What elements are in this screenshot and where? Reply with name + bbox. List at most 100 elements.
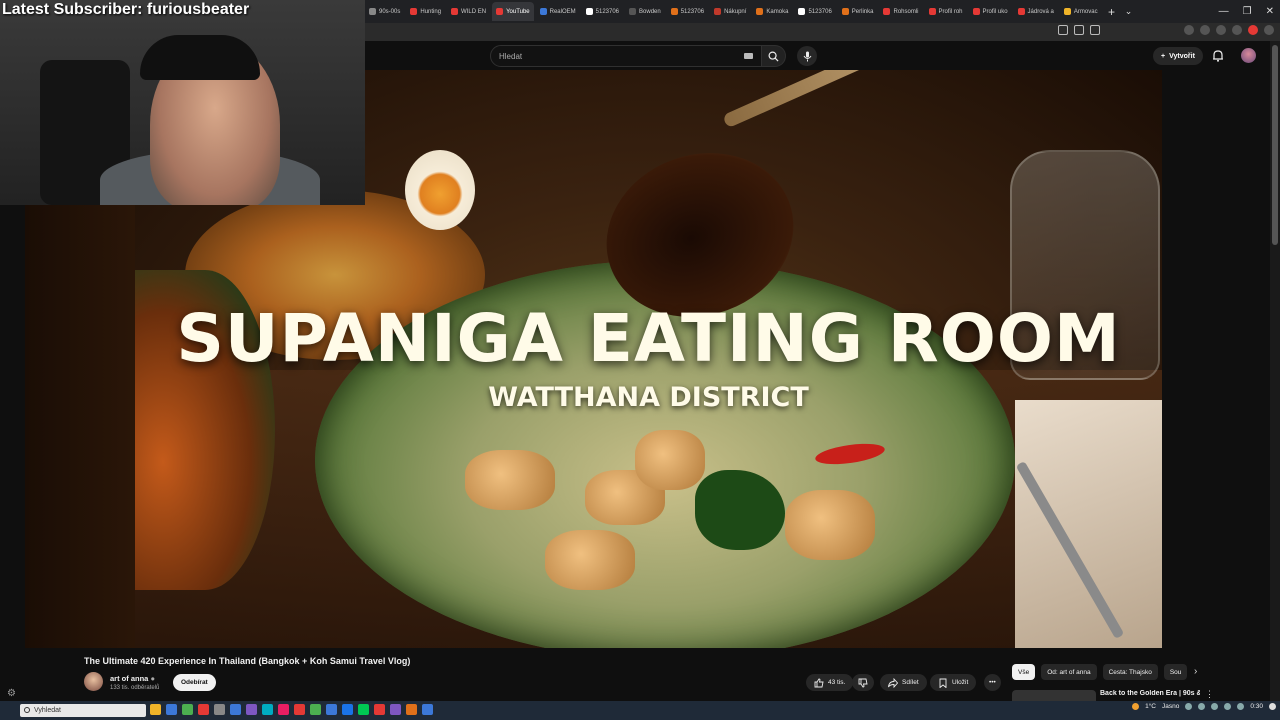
channel-name-text: art of anna <box>110 674 149 683</box>
search-placeholder: Hledat <box>499 51 523 61</box>
maximize-button[interactable]: ❐ <box>1243 6 1252 17</box>
extension-icon[interactable] <box>1216 25 1226 35</box>
browser-tab[interactable]: Armovac <box>1060 2 1102 21</box>
minimize-button[interactable]: — <box>1219 6 1229 17</box>
thumbs-up-icon <box>814 678 824 687</box>
keyboard-icon[interactable] <box>744 53 753 59</box>
create-button[interactable]: + Vytvořit <box>1153 47 1203 65</box>
taskbar-search[interactable]: Vyhledat <box>20 704 146 717</box>
taskbar-app-icon[interactable] <box>326 704 337 715</box>
taskbar-app-icon[interactable] <box>342 704 353 715</box>
tray-icon[interactable] <box>1185 703 1193 710</box>
reader-icon[interactable] <box>1074 25 1084 35</box>
related-video-title[interactable]: Back to the Golden Era | 90s & 2000s Dan… <box>1100 690 1200 697</box>
gear-icon[interactable]: ⚙ <box>7 688 16 699</box>
dislike-button[interactable] <box>852 674 874 691</box>
save-button[interactable]: Uložit <box>930 674 977 691</box>
voice-search-button[interactable] <box>797 46 817 66</box>
window-controls: — ❐ ✕ <box>1219 0 1274 23</box>
taskbar-app-icon[interactable] <box>198 704 209 715</box>
new-tab-button[interactable]: + <box>1104 5 1120 19</box>
browser-tab[interactable]: 90s-00s <box>365 2 404 21</box>
weather-temp: 1°C <box>1145 703 1156 710</box>
tab-label: YouTube <box>506 8 530 15</box>
volume-icon[interactable] <box>1237 703 1245 710</box>
taskbar-app-icon[interactable] <box>278 704 289 715</box>
browser-tab[interactable]: Kamoka <box>752 2 792 21</box>
taskbar-app-icon[interactable] <box>150 704 161 715</box>
taskbar-app-icon[interactable] <box>246 704 257 715</box>
tab-favicon-icon <box>585 8 593 15</box>
browser-tab[interactable]: WILD EN <box>447 2 490 21</box>
scrollbar-thumb[interactable] <box>1272 45 1278 245</box>
taskbar-app-icon[interactable] <box>230 704 241 715</box>
browser-tab[interactable]: Jádrová a <box>1014 2 1058 21</box>
browser-tab[interactable]: Rohsomli <box>879 2 922 21</box>
bookmark-star-icon[interactable] <box>1090 25 1100 35</box>
tab-favicon-icon <box>714 8 722 15</box>
chevron-right-icon[interactable]: › <box>1194 666 1197 677</box>
taskbar-app-icon[interactable] <box>390 704 401 715</box>
related-video-thumbnail[interactable] <box>1012 690 1096 701</box>
browser-tab[interactable]: Perlinka <box>838 2 878 21</box>
tray-icon[interactable] <box>1198 703 1206 710</box>
page-scrollbar[interactable] <box>1270 41 1280 701</box>
search-input[interactable]: Hledat <box>490 45 762 67</box>
tab-label: Hunting <box>420 8 442 15</box>
taskbar-app-icon[interactable] <box>294 704 305 715</box>
like-button[interactable]: 43 tis. <box>806 674 854 691</box>
browser-tab[interactable]: RealOEM <box>536 2 580 21</box>
taskbar-app-icon[interactable] <box>310 704 321 715</box>
filter-chip[interactable]: Sou <box>1163 664 1188 680</box>
screenshot-icon[interactable] <box>1058 25 1068 35</box>
share-button[interactable]: Sdílet <box>880 674 927 691</box>
notifications-button[interactable] <box>1212 49 1224 67</box>
youtube-extension-icon[interactable] <box>1248 25 1258 35</box>
account-avatar[interactable] <box>1241 48 1256 63</box>
taskbar-app-icon[interactable] <box>214 704 225 715</box>
filter-chip[interactable]: Cesta: Thajsko <box>1102 664 1158 680</box>
taskbar-app-icon[interactable] <box>262 704 273 715</box>
taskbar-app-icon[interactable] <box>406 704 417 715</box>
taskbar-app-icon[interactable] <box>374 704 385 715</box>
extension-icon[interactable] <box>1200 25 1210 35</box>
filter-chip[interactable]: Od: art of anna <box>1041 664 1097 680</box>
tab-favicon-icon <box>539 8 547 15</box>
like-count: 43 tis. <box>828 679 846 686</box>
subscribe-button[interactable]: Odebírat <box>173 674 216 691</box>
browser-tab[interactable]: 5123706 <box>667 2 708 21</box>
browser-tab[interactable]: 5123706 <box>794 2 835 21</box>
browser-tab[interactable]: Nákupní <box>710 2 750 21</box>
browser-tab[interactable]: YouTube <box>492 2 534 21</box>
filter-chip[interactable]: Vše <box>1012 664 1036 680</box>
extension-icon[interactable] <box>1184 25 1194 35</box>
browser-tab[interactable]: Bowden <box>625 2 665 21</box>
browser-tab[interactable]: 5123706 <box>582 2 623 21</box>
more-actions-button[interactable]: ••• <box>984 674 1001 691</box>
channel-avatar[interactable] <box>84 672 103 691</box>
bookmark-icon <box>939 678 947 688</box>
clock[interactable]: 0:30 <box>1250 703 1263 710</box>
extension-icon[interactable] <box>1232 25 1242 35</box>
related-more-icon[interactable]: ⋮ <box>1205 689 1214 700</box>
browser-tab[interactable]: Profil uko <box>969 2 1012 21</box>
taskbar-app-icon[interactable] <box>422 704 433 715</box>
search-button[interactable] <box>762 45 786 67</box>
network-icon[interactable] <box>1224 703 1232 710</box>
egg <box>405 150 475 230</box>
tab-search-chevron-down-icon[interactable]: ⌄ <box>1122 6 1136 17</box>
browser-tab[interactable]: Profil roh <box>925 2 967 21</box>
streamer-cap <box>140 35 260 80</box>
tray-icon[interactable] <box>1211 703 1219 710</box>
menu-icon[interactable] <box>1264 25 1274 35</box>
browser-tab[interactable]: Hunting <box>406 2 445 21</box>
tab-favicon-icon <box>670 8 678 15</box>
windows-taskbar: Vyhledat 1°C Jasno 0:30 <box>0 701 1280 720</box>
tab-label: Nákupní <box>724 8 747 15</box>
taskbar-app-icon[interactable] <box>182 704 193 715</box>
close-window-button[interactable]: ✕ <box>1266 6 1274 17</box>
taskbar-app-icon[interactable] <box>166 704 177 715</box>
channel-name[interactable]: art of anna ● <box>110 674 155 683</box>
taskbar-app-icon[interactable] <box>358 704 369 715</box>
notification-icon[interactable] <box>1269 703 1276 710</box>
